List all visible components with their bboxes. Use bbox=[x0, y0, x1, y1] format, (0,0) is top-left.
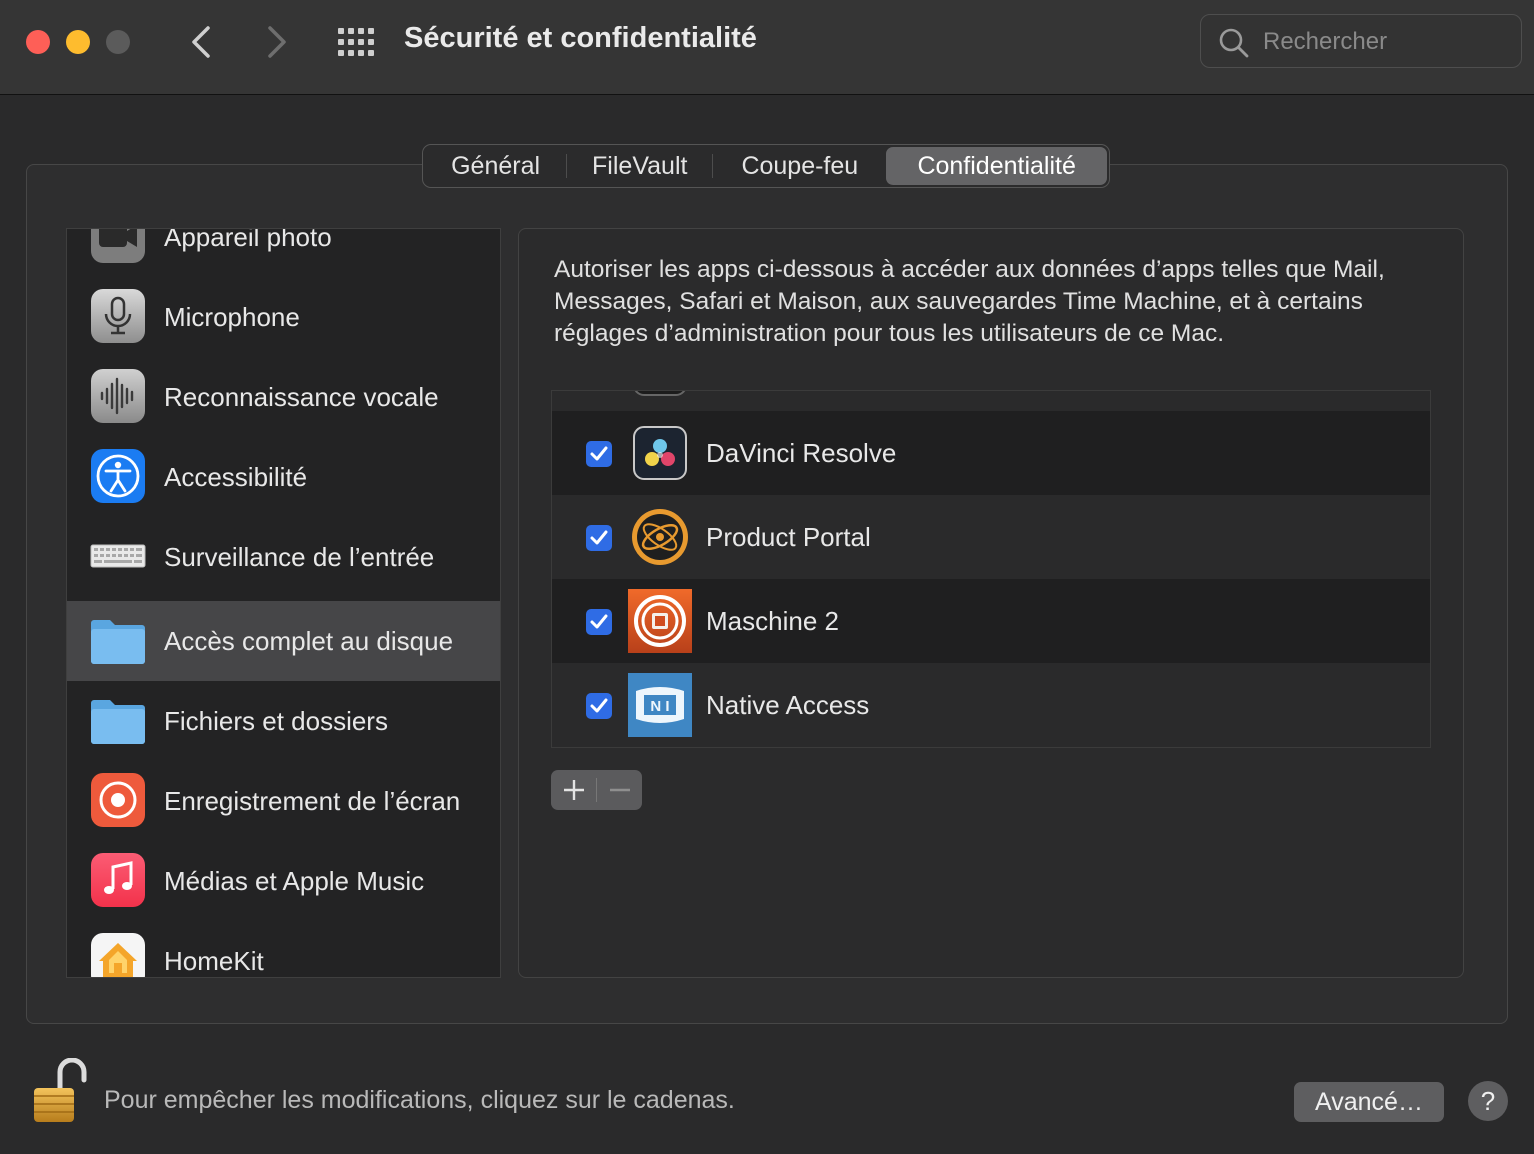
sidebar-item-label: Microphone bbox=[164, 302, 300, 332]
sidebar-item-label: Accessibilité bbox=[164, 462, 308, 492]
lock-instructions: Pour empêcher les modifications, cliquez… bbox=[104, 1086, 735, 1114]
microphone-icon bbox=[91, 289, 145, 343]
advanced-button[interactable]: Avancé… bbox=[1294, 1082, 1444, 1122]
sidebar-item-homekit[interactable]: HomeKit bbox=[67, 921, 500, 977]
toolbar: Sécurité et confidentialité bbox=[0, 0, 1534, 95]
maschine-checkbox[interactable] bbox=[586, 609, 612, 635]
table-row[interactable]: DaVinci Resolve bbox=[552, 411, 1430, 495]
permission-description: Autoriser les apps ci-dessous à accéder … bbox=[554, 256, 1385, 347]
search-icon bbox=[1219, 28, 1249, 58]
native-access-icon: N I bbox=[628, 673, 692, 737]
keyboard-icon bbox=[90, 544, 146, 568]
app-name: Native Access bbox=[706, 690, 870, 720]
minimize-button[interactable] bbox=[66, 30, 90, 54]
checkmark-icon bbox=[590, 614, 608, 629]
tab-firewall[interactable]: Coupe-feu bbox=[713, 147, 886, 185]
camera-icon bbox=[91, 229, 145, 263]
search-input[interactable] bbox=[1261, 23, 1515, 61]
plus-icon bbox=[563, 780, 584, 800]
accessibility-icon bbox=[91, 449, 145, 503]
add-app-button[interactable] bbox=[551, 770, 596, 810]
folder-icon bbox=[91, 700, 145, 744]
app-name: Maschine 2 bbox=[706, 606, 839, 636]
app-name: Product Portal bbox=[706, 522, 871, 552]
grid-icon bbox=[338, 28, 374, 56]
sidebar-item-input-monitoring[interactable]: Surveillance de l’entrée bbox=[67, 517, 500, 597]
add-remove-control bbox=[551, 770, 642, 810]
sidebar-item-label: Médias et Apple Music bbox=[164, 866, 425, 896]
home-icon bbox=[91, 933, 145, 977]
privacy-category-list[interactable]: Appareil photo Microphone Reconnaissance… bbox=[66, 228, 501, 978]
window-title: Sécurité et confidentialité bbox=[404, 22, 757, 54]
sidebar-item-microphone[interactable]: Microphone bbox=[67, 277, 500, 357]
list-item bbox=[552, 391, 1430, 411]
screen-record-icon bbox=[91, 773, 145, 827]
back-button[interactable] bbox=[182, 20, 222, 64]
folder-icon bbox=[91, 620, 145, 664]
app-list[interactable]: DaVinci Resolve Product Portal Maschine … bbox=[551, 390, 1431, 748]
davinci-checkbox[interactable] bbox=[586, 441, 612, 467]
show-all-button[interactable] bbox=[336, 24, 376, 60]
checkmark-icon bbox=[590, 530, 608, 545]
unlocked-padlock-icon bbox=[34, 1057, 87, 1122]
svg-text:N I: N I bbox=[650, 698, 669, 715]
sidebar-item-label: Surveillance de l’entrée bbox=[164, 542, 435, 572]
native-access-checkbox[interactable] bbox=[586, 693, 612, 719]
checkmark-icon bbox=[590, 698, 608, 713]
sidebar-item-files-folders[interactable]: Fichiers et dossiers bbox=[67, 681, 500, 761]
table-row[interactable]: Maschine 2 bbox=[552, 579, 1430, 663]
davinci-resolve-icon bbox=[633, 426, 687, 480]
table-row[interactable]: Product Portal bbox=[552, 495, 1430, 579]
sidebar-item-label: Enregistrement de l’écran bbox=[164, 786, 461, 816]
maschine-icon bbox=[628, 589, 692, 653]
chevron-left-icon bbox=[192, 26, 210, 58]
sidebar-item-camera[interactable]: Appareil photo bbox=[67, 228, 500, 277]
app-name: DaVinci Resolve bbox=[706, 438, 897, 468]
sidebar-item-label: Fichiers et dossiers bbox=[164, 706, 388, 736]
chevron-right-icon bbox=[268, 26, 286, 58]
search-field[interactable] bbox=[1200, 14, 1522, 68]
sidebar-item-label: HomeKit bbox=[164, 946, 264, 976]
sidebar-item-accessibility[interactable]: Accessibilité bbox=[67, 437, 500, 517]
zoom-button[interactable] bbox=[106, 30, 130, 54]
music-note-icon bbox=[91, 853, 145, 907]
close-button[interactable] bbox=[26, 30, 50, 54]
sidebar-item-screen-recording[interactable]: Enregistrement de l’écran bbox=[67, 761, 500, 841]
help-button[interactable]: ? bbox=[1468, 1081, 1508, 1121]
sidebar-item-label: Reconnaissance vocale bbox=[164, 382, 439, 412]
minus-icon bbox=[609, 788, 630, 792]
product-portal-icon bbox=[632, 509, 688, 565]
lock-button[interactable] bbox=[28, 1057, 88, 1126]
forward-button[interactable] bbox=[256, 20, 296, 64]
tab-filevault[interactable]: FileVault bbox=[567, 147, 712, 185]
tab-privacy[interactable]: Confidentialité bbox=[886, 147, 1108, 185]
speech-waveform-icon bbox=[91, 369, 145, 423]
product-portal-checkbox[interactable] bbox=[586, 525, 612, 551]
tab-bar: Général FileVault Coupe-feu Confidential… bbox=[422, 144, 1110, 188]
table-row[interactable]: N I Native Access bbox=[552, 663, 1430, 747]
sidebar-item-full-disk-access[interactable]: Accès complet au disque bbox=[67, 601, 500, 681]
remove-app-button[interactable] bbox=[597, 770, 642, 810]
tab-general[interactable]: Général bbox=[425, 147, 566, 185]
sidebar-item-label: Appareil photo bbox=[164, 228, 332, 252]
sidebar-item-media-apple-music[interactable]: Médias et Apple Music bbox=[67, 841, 500, 921]
checkmark-icon bbox=[590, 446, 608, 461]
sidebar-item-speech-recognition[interactable]: Reconnaissance vocale bbox=[67, 357, 500, 437]
sidebar-item-label: Accès complet au disque bbox=[164, 626, 454, 656]
app-icon bbox=[634, 391, 686, 396]
